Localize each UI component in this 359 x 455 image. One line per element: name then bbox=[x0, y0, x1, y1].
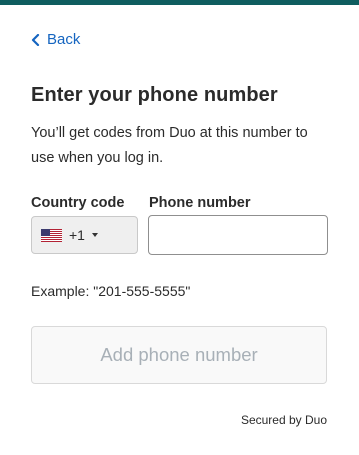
page-subtitle: You’ll get codes from Duo at this number… bbox=[31, 125, 308, 166]
country-code-select[interactable]: +1 bbox=[31, 216, 138, 254]
phone-number-label: Phone number bbox=[149, 195, 251, 211]
page-title: Enter your phone number bbox=[31, 84, 278, 106]
chevron-left-icon bbox=[31, 33, 40, 46]
country-code-value: +1 bbox=[69, 227, 85, 243]
secured-by-duo: Secured by Duo bbox=[240, 413, 327, 427]
caret-down-icon bbox=[91, 233, 98, 237]
us-flag-icon bbox=[41, 228, 62, 242]
add-phone-number-button[interactable]: Add phone number bbox=[31, 326, 327, 384]
back-label: Back bbox=[47, 31, 81, 48]
phone-number-input[interactable] bbox=[148, 215, 328, 255]
example-hint: Example: "201-555-5555" bbox=[31, 283, 191, 299]
country-code-label: Country code bbox=[31, 195, 125, 211]
top-accent-bar bbox=[0, 0, 359, 5]
back-link[interactable]: Back bbox=[31, 31, 80, 48]
